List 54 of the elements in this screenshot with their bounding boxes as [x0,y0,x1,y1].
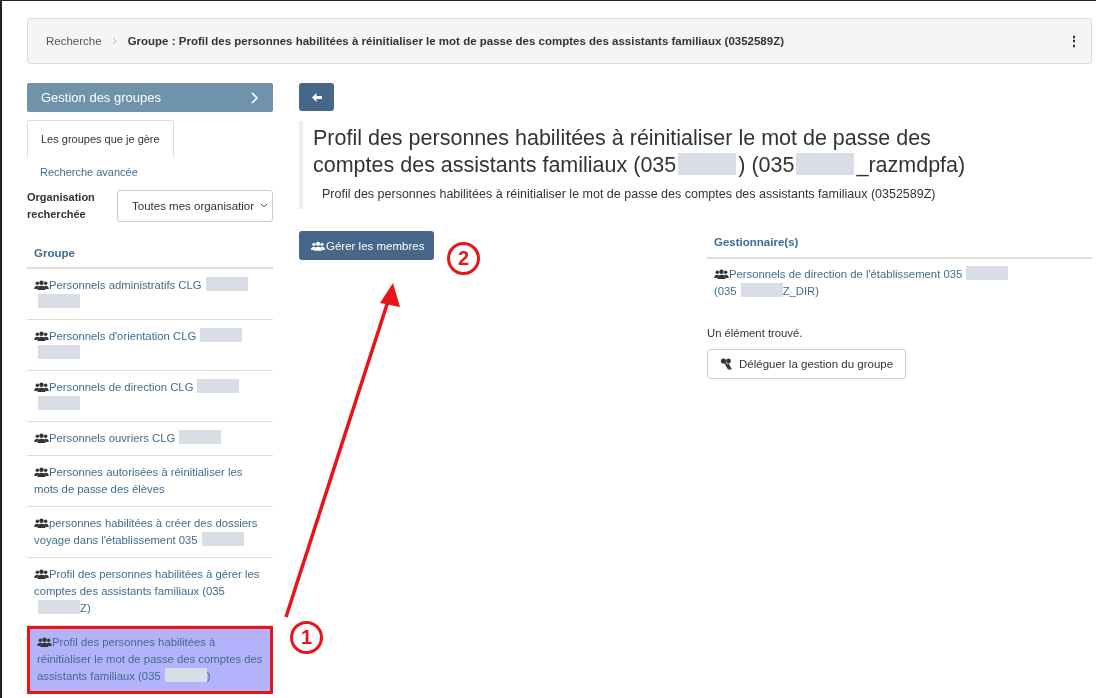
page-subtitle: Profil des personnes habilitées à réinitialiser le mot de passe des comptes des assistants familiaux (0352589Z) [322,187,937,201]
column-heading: Gestionnaire(s) [707,229,1092,259]
group-list-item[interactable]: Personnels d'orientation CLG [27,320,273,371]
organisation-select[interactable]: Toutes mes organisatior [117,190,273,222]
back-arrow-icon [311,92,322,102]
breadcrumb-item[interactable]: Recherche [46,35,102,47]
redaction-mark [200,328,243,342]
chevron-icon [250,90,259,105]
redaction-mark [796,153,855,175]
keys-icon [720,358,733,370]
field-label: Organisation recherchée [27,190,96,222]
redaction-mark [38,600,80,614]
breadcrumb-item: Groupe : Profil des personnes habilitées à réinitialiser le mot de passe des comptes des assistants familiaux (0352589Z) [127,35,784,47]
people-icon [714,269,729,279]
redaction-mark [966,266,1009,280]
menu-icon[interactable]: ⋮ [1067,33,1081,49]
step-badge: 2 [447,242,480,275]
people-icon [34,280,49,290]
group-list-item[interactable]: Personnels administratifs CLG [27,269,273,320]
column-heading: Groupe [27,239,273,269]
manager-link[interactable]: Personnels de direction de l'établissement 035 (035 Z_DIR) [707,259,1092,307]
people-icon [311,240,325,251]
redaction-mark [179,430,222,444]
people-icon [34,518,49,528]
back-button[interactable] [299,83,334,111]
people-icon [34,382,49,392]
group-list-item[interactable]: personnes habilitées à créer des dossiers voyage dans l'établissement 035 [27,507,273,558]
redaction-mark [38,396,80,410]
group-list-item[interactable]: Personnels de direction CLG [27,371,273,422]
caret-icon [260,203,268,209]
redaction-mark [205,277,248,291]
redaction-mark [740,283,783,297]
sidebar-tab[interactable]: Les groupes que je gère [27,120,174,157]
group-list-item[interactable]: Personnels ouvriers CLG [27,422,273,456]
redaction-mark [38,294,80,308]
people-icon [34,569,49,579]
people-icon [37,637,52,647]
sidebar-header[interactable]: Gestion des groupes [27,83,273,112]
delegate-button[interactable]: Déléguer la gestion du groupe [707,349,907,379]
redaction-mark [197,379,240,393]
result-count: Un élément trouvé. [707,327,804,339]
people-icon [34,433,49,443]
redaction-mark [38,345,80,359]
redaction-mark [201,532,244,546]
people-icon [34,331,49,341]
chevron-icon [111,37,118,45]
group-list-item[interactable]: Personnes autorisées à réinitialiser les mots de passe des élèves [27,456,273,507]
manage-members-button[interactable]: Gérer les membres [299,231,435,260]
page-title: Profil des personnes habilitées à réinitialiser le mot de passe des comptes des assistants familiaux (035 ) (035 _razmdpfa) [313,125,967,179]
step-badge: 1 [290,621,323,654]
redaction-mark [678,153,737,175]
sidebar-tab[interactable]: Recherche avancée [27,157,151,187]
redaction-mark [164,668,207,682]
people-icon [34,467,49,477]
